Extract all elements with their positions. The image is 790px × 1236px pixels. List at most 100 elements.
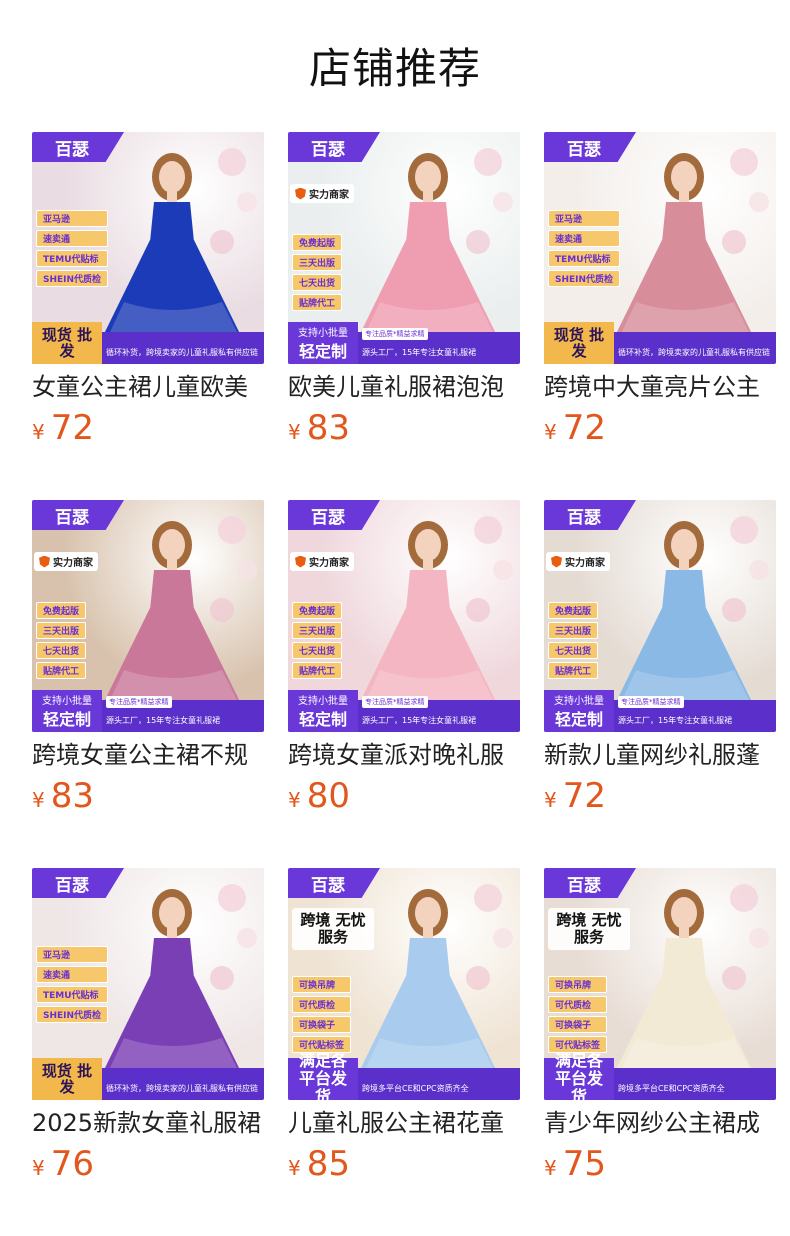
dress-bodice	[406, 570, 450, 610]
product-image[interactable]: 百瑟 跨境 无忧服务 可换吊牌 可代质检 可换袋子 可代贴标签 满足各 平台发货 跨境多平台C…	[544, 868, 776, 1100]
product-price: ¥75	[544, 1144, 776, 1184]
strong-merchant-label: 实力商家	[309, 190, 349, 201]
product-image[interactable]: 百瑟 实力商家 免费起版 三天出版 七天出货 贴牌代工 支持小批量 轻定制 专注品质*精益求精源…	[288, 500, 520, 732]
product-title[interactable]: 跨境女童公主裙不规	[32, 740, 264, 770]
feature-tag: 三天出版	[292, 622, 343, 639]
strong-merchant-badge: 实力商家	[546, 552, 610, 571]
flower	[474, 148, 502, 176]
girl-face	[159, 161, 185, 193]
shield-icon	[551, 555, 562, 568]
promo-badge: 现货 批发	[544, 322, 614, 364]
product-card[interactable]: 百瑟 亚马逊 速卖通 TEMU代贴标 SHEIN代质检 现货 批发 循环补货，跨境卖家的儿童…	[544, 132, 776, 500]
dress-bodice	[150, 570, 194, 610]
currency-symbol: ¥	[544, 1156, 557, 1180]
product-price: ¥85	[288, 1144, 520, 1184]
promo-text: 循环补货，跨境卖家的儿童礼服私有供应链	[618, 348, 770, 357]
feature-tag: 免费起版	[292, 234, 343, 251]
price-value: 83	[50, 776, 94, 816]
price-value: 83	[306, 408, 350, 448]
product-card[interactable]: 百瑟 亚马逊 速卖通 TEMU代贴标 SHEIN代质检 现货 批发 循环补货，跨境卖家的儿童…	[32, 868, 264, 1236]
strong-merchant-label: 实力商家	[565, 558, 605, 569]
feature-tag: 亚马逊	[36, 210, 109, 227]
promo-badge-title: 现货 批发	[41, 1062, 93, 1096]
product-image[interactable]: 百瑟 亚马逊 速卖通 TEMU代贴标 SHEIN代质检 现货 批发 循环补货，跨境卖家的儿童…	[32, 868, 264, 1100]
product-title[interactable]: 2025新款女童礼服裙	[32, 1108, 264, 1138]
product-title[interactable]: 跨境女童派对晚礼服	[288, 740, 520, 770]
service-title: 跨境 无忧服务	[548, 908, 630, 950]
girl-face	[415, 161, 441, 193]
product-card[interactable]: 百瑟 实力商家 免费起版 三天出版 七天出货 贴牌代工 支持小批量 轻定制 专注品质*精益求精源…	[544, 500, 776, 868]
feature-tags: 免费起版 三天出版 七天出货 贴牌代工	[292, 234, 343, 311]
product-title[interactable]: 女童公主裙儿童欧美	[32, 372, 264, 402]
price-value: 72	[562, 776, 606, 816]
product-card[interactable]: 百瑟 跨境 无忧服务 可换吊牌 可代质检 可换袋子 可代贴标签 满足各 平台发货 跨境多平台C…	[544, 868, 776, 1236]
promo-badge: 支持小批量 轻定制	[288, 690, 358, 732]
feature-tag: TEMU代贴标	[36, 250, 109, 267]
flower	[749, 928, 769, 948]
feature-tags: 亚马逊 速卖通 TEMU代贴标 SHEIN代质检	[36, 210, 109, 287]
promo-slogan: 专注品质*精益求精	[362, 328, 428, 340]
feature-tag: 速卖通	[36, 230, 109, 247]
product-title[interactable]: 欧美儿童礼服裙泡泡	[288, 372, 520, 402]
promo-badge-title: 满足各 平台发货	[298, 1051, 347, 1101]
flower	[493, 928, 513, 948]
girl-face	[159, 897, 185, 929]
feature-tag: 贴牌代工	[548, 662, 599, 679]
promo-badge: 满足各 平台发货	[544, 1052, 614, 1100]
flower	[218, 884, 246, 912]
flower	[474, 516, 502, 544]
promo-bar: 满足各 平台发货 跨境多平台CE和CPC资质齐全	[544, 1052, 776, 1100]
product-image[interactable]: 百瑟 亚马逊 速卖通 TEMU代贴标 SHEIN代质检 现货 批发 循环补货，跨境卖家的儿童…	[32, 132, 264, 364]
product-price: ¥72	[544, 776, 776, 816]
promo-badge-title: 现货 批发	[41, 326, 93, 360]
feature-tag: 亚马逊	[36, 946, 109, 963]
promo-text: 源头工厂，15年专注女童礼服裙	[362, 716, 477, 725]
product-image[interactable]: 百瑟 实力商家 免费起版 三天出版 七天出货 贴牌代工 支持小批量 轻定制 专注品质*精益求精源…	[288, 132, 520, 364]
product-card[interactable]: 百瑟 跨境 无忧服务 可换吊牌 可代质检 可换袋子 可代贴标签 满足各 平台发货 跨境多平台C…	[288, 868, 520, 1236]
dress-bodice	[662, 202, 706, 242]
promo-slogan: 专注品质*精益求精	[362, 696, 428, 708]
promo-bar: 现货 批发 循环补货，跨境卖家的儿童礼服私有供应链	[32, 322, 264, 364]
product-image[interactable]: 百瑟 跨境 无忧服务 可换吊牌 可代质检 可换袋子 可代贴标签 满足各 平台发货 跨境多平台C…	[288, 868, 520, 1100]
product-image[interactable]: 百瑟 亚马逊 速卖通 TEMU代贴标 SHEIN代质检 现货 批发 循环补货，跨境卖家的儿童…	[544, 132, 776, 364]
product-title[interactable]: 青少年网纱公主裙成	[544, 1108, 776, 1138]
product-title[interactable]: 跨境中大童亮片公主	[544, 372, 776, 402]
product-image[interactable]: 百瑟 实力商家 免费起版 三天出版 七天出货 贴牌代工 支持小批量 轻定制 专注品质*精益求精源…	[32, 500, 264, 732]
girl-face	[671, 897, 697, 929]
shield-icon	[39, 555, 50, 568]
feature-tag: 三天出版	[36, 622, 87, 639]
girl-face	[159, 529, 185, 561]
flower	[210, 966, 234, 990]
product-card[interactable]: 百瑟 实力商家 免费起版 三天出版 七天出货 贴牌代工 支持小批量 轻定制 专注品质*精益求精源…	[32, 500, 264, 868]
product-card[interactable]: 百瑟 实力商家 免费起版 三天出版 七天出货 贴牌代工 支持小批量 轻定制 专注品质*精益求精源…	[288, 500, 520, 868]
feature-tag: TEMU代贴标	[36, 986, 109, 1003]
girl-neck	[167, 928, 177, 938]
flower	[493, 192, 513, 212]
flower	[730, 148, 758, 176]
price-value: 72	[562, 408, 606, 448]
promo-badge: 现货 批发	[32, 1058, 102, 1100]
product-grid: 百瑟 亚马逊 速卖通 TEMU代贴标 SHEIN代质检 现货 批发 循环补货，跨境卖家的儿童…	[32, 132, 776, 1236]
product-image[interactable]: 百瑟 实力商家 免费起版 三天出版 七天出货 贴牌代工 支持小批量 轻定制 专注品质*精益求精源…	[544, 500, 776, 732]
feature-tag: TEMU代贴标	[548, 250, 621, 267]
product-card[interactable]: 百瑟 亚马逊 速卖通 TEMU代贴标 SHEIN代质检 现货 批发 循环补货，跨境卖家的儿童…	[32, 132, 264, 500]
product-title[interactable]: 新款儿童网纱礼服蓬	[544, 740, 776, 770]
flower	[474, 884, 502, 912]
product-card[interactable]: 百瑟 实力商家 免费起版 三天出版 七天出货 贴牌代工 支持小批量 轻定制 专注品质*精益求精源…	[288, 132, 520, 500]
feature-tag: 可换袋子	[292, 1016, 352, 1033]
promo-badge-subtitle: 支持小批量	[554, 696, 604, 707]
promo-bar: 支持小批量 轻定制 专注品质*精益求精 源头工厂，15年专注女童礼服裙	[288, 322, 520, 364]
promo-badge: 满足各 平台发货	[288, 1052, 358, 1100]
dress-bodice	[662, 938, 706, 978]
flower	[237, 928, 257, 948]
girl-neck	[167, 560, 177, 570]
promo-text: 源头工厂，15年专注女童礼服裙	[618, 716, 733, 725]
flower	[722, 966, 746, 990]
product-title[interactable]: 儿童礼服公主裙花童	[288, 1108, 520, 1138]
girl-neck	[423, 560, 433, 570]
product-price: ¥76	[32, 1144, 264, 1184]
feature-tag: 三天出版	[292, 254, 343, 271]
girl-neck	[423, 928, 433, 938]
flower	[749, 560, 769, 580]
promo-bar: 现货 批发 循环补货，跨境卖家的儿童礼服私有供应链	[32, 1058, 264, 1100]
